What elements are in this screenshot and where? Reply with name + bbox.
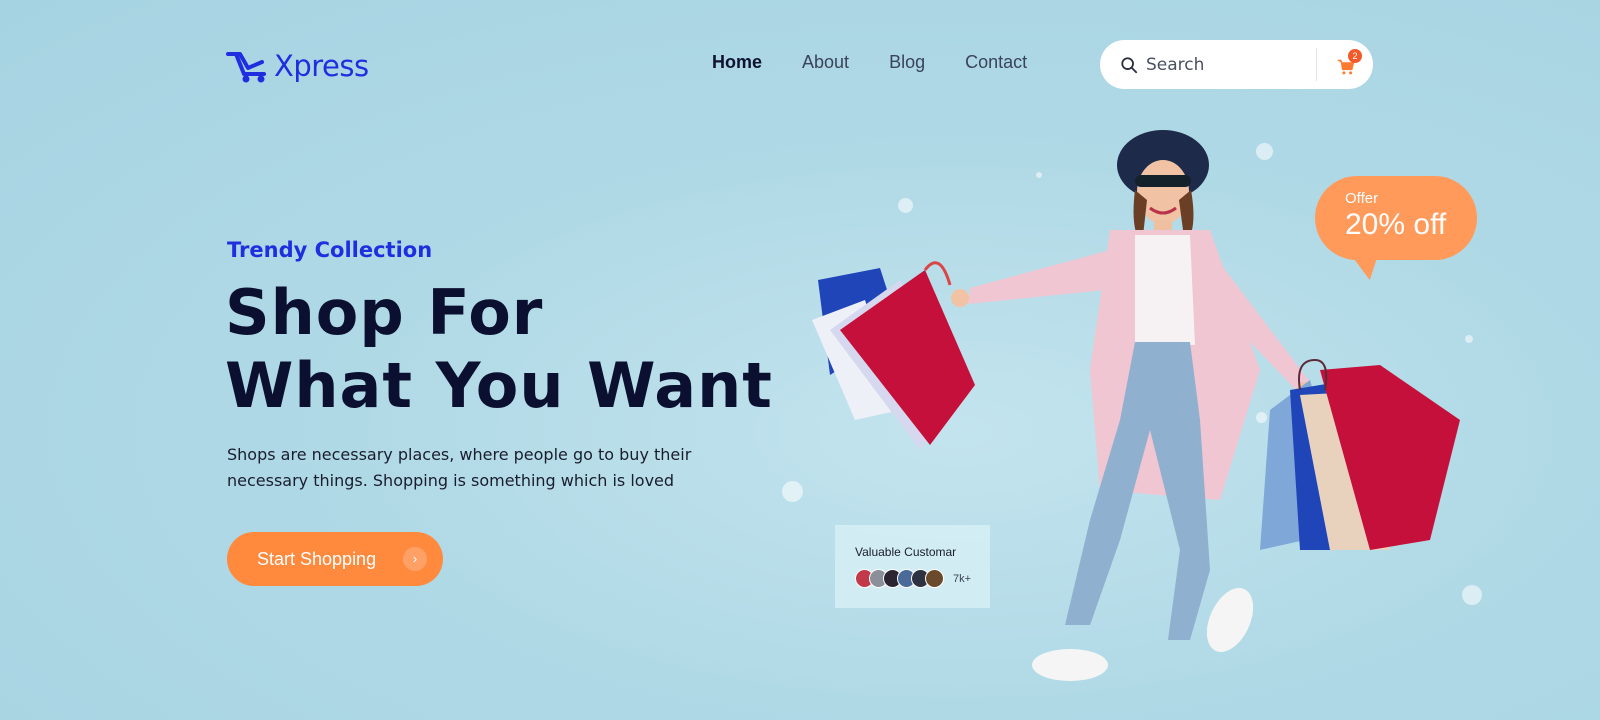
start-shopping-label: Start Shopping (257, 548, 377, 569)
headline-line-1: Shop For (225, 276, 544, 349)
cart-badge: 2 (1348, 49, 1362, 63)
hero-description: Shops are necessary places, where people… (227, 445, 692, 490)
customer-count: 7k+ (953, 572, 972, 585)
offer-value: 20% off (1345, 208, 1447, 241)
chevron-right-icon: › (403, 547, 427, 571)
left-shopping-bags (812, 261, 975, 450)
search-bar: 2 (1100, 40, 1373, 89)
nav-blog[interactable]: Blog (889, 52, 925, 73)
start-shopping-button[interactable]: Start Shopping › (227, 532, 443, 586)
customer-card-title: Valuable Customar (855, 545, 957, 559)
nav-about[interactable]: About (802, 52, 849, 73)
nav-home[interactable]: Home (712, 52, 762, 73)
search-icon[interactable] (1120, 56, 1138, 74)
hero-eyebrow: Trendy Collection (227, 238, 433, 262)
cart-logo-icon (226, 52, 266, 83)
cart-button[interactable]: 2 (1336, 49, 1362, 77)
customer-card: Valuable Customar 7k+ (835, 525, 990, 608)
nav-contact[interactable]: Contact (965, 52, 1027, 73)
avatar (925, 569, 944, 588)
offer-bubble: Offer 20% off (1315, 176, 1477, 280)
customer-avatars: 7k+ (855, 569, 990, 588)
right-shopping-bags (1260, 358, 1460, 550)
hero-headline: Shop For What You Want (225, 276, 773, 422)
search-divider (1316, 48, 1317, 81)
main-nav: Home About Blog Contact (712, 52, 1027, 73)
headline-line-2: What You Want (225, 349, 773, 422)
logo[interactable]: Xpress (226, 48, 369, 84)
brand-name: Xpress (274, 49, 369, 83)
model-figure (951, 130, 1313, 681)
offer-label: Offer (1345, 190, 1379, 207)
search-input[interactable] (1146, 54, 1316, 75)
